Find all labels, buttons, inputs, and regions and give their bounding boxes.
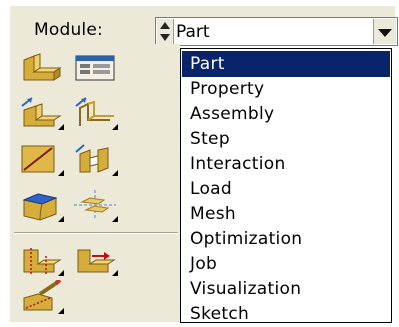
module-option-step[interactable]: Step bbox=[182, 126, 390, 152]
toolbox-separator bbox=[14, 232, 178, 234]
module-combobox-value: Part bbox=[176, 22, 210, 42]
flyout-indicator bbox=[58, 170, 64, 176]
module-dropdown-list: Part Property Assembly Step Interaction … bbox=[180, 48, 392, 324]
flyout-indicator bbox=[112, 170, 118, 176]
create-round-fillet-tool[interactable] bbox=[18, 188, 64, 222]
module-option-sketch[interactable]: Sketch bbox=[182, 301, 390, 327]
module-option-load[interactable]: Load bbox=[182, 176, 390, 202]
module-label: Module: bbox=[34, 20, 103, 40]
flyout-indicator bbox=[112, 270, 118, 276]
module-dropdown-button[interactable] bbox=[373, 19, 396, 44]
abaqus-module-panel: Module: Part Part Property Assembly Step… bbox=[0, 0, 399, 324]
virtual-topology-tool[interactable] bbox=[18, 280, 64, 314]
part-manager-icon bbox=[75, 55, 115, 81]
module-option-part[interactable]: Part bbox=[182, 51, 390, 77]
module-option-mesh[interactable]: Mesh bbox=[182, 201, 390, 227]
module-option-visualization[interactable]: Visualization bbox=[182, 276, 390, 302]
create-cut-extrude-tool[interactable] bbox=[72, 142, 118, 176]
partition-face-tool[interactable] bbox=[18, 242, 64, 276]
module-combobox[interactable]: Part bbox=[155, 17, 398, 46]
part-manager-tool[interactable] bbox=[72, 50, 118, 84]
spin-down-icon[interactable] bbox=[160, 34, 170, 41]
create-datum-plane-tool[interactable] bbox=[72, 188, 118, 222]
flyout-indicator bbox=[58, 124, 64, 130]
module-bar: Module: Part bbox=[10, 6, 398, 46]
create-solid-extrude-tool[interactable] bbox=[18, 96, 64, 130]
module-option-optimization[interactable]: Optimization bbox=[182, 226, 390, 252]
module-option-job[interactable]: Job bbox=[182, 251, 390, 277]
flyout-indicator bbox=[112, 216, 118, 222]
partition-cell-tool[interactable] bbox=[72, 242, 118, 276]
flyout-indicator bbox=[112, 124, 118, 130]
part-module-toolbox bbox=[10, 44, 180, 322]
create-part-tool[interactable] bbox=[18, 50, 64, 84]
create-part-icon bbox=[23, 53, 62, 81]
module-spinner[interactable] bbox=[157, 19, 174, 44]
module-option-assembly[interactable]: Assembly bbox=[182, 101, 390, 127]
create-wire-tool[interactable] bbox=[18, 142, 64, 176]
chevron-down-icon bbox=[378, 29, 392, 37]
module-option-property[interactable]: Property bbox=[182, 76, 390, 102]
spin-up-icon[interactable] bbox=[160, 22, 170, 29]
flyout-indicator bbox=[58, 216, 64, 222]
module-option-interaction[interactable]: Interaction bbox=[182, 151, 390, 177]
flyout-indicator bbox=[58, 270, 64, 276]
flyout-indicator bbox=[58, 308, 64, 314]
create-shell-extrude-tool[interactable] bbox=[72, 96, 118, 130]
